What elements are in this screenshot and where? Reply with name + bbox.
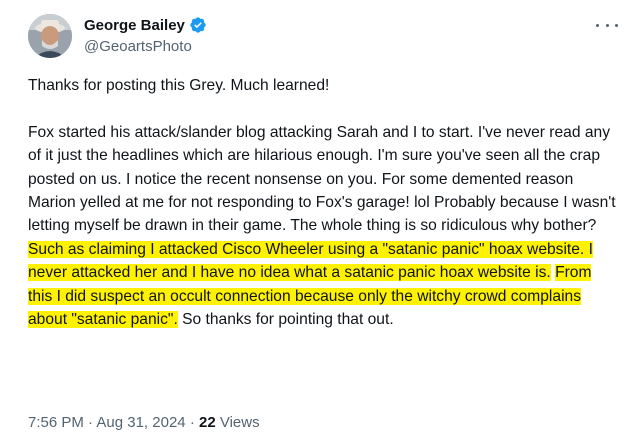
tweet-paragraph-2: Fox started his attack/slander blog atta… [28, 121, 618, 332]
tweet-metadata: 7:56 PM · Aug 31, 2024 · 22 Views [28, 414, 260, 431]
views-count: 22 [198, 414, 216, 431]
meta-separator: · [88, 414, 94, 431]
tweet-date[interactable]: Aug 31, 2024 [96, 414, 185, 431]
author-display-name[interactable]: George Bailey [84, 17, 185, 34]
meta-separator: · [189, 414, 195, 431]
tweet-paragraph-1: Thanks for posting this Grey. Much learn… [28, 77, 330, 94]
avatar[interactable] [28, 14, 72, 58]
verified-badge-icon [190, 17, 206, 33]
more-options-icon[interactable] [596, 18, 618, 32]
tweet-time[interactable]: 7:56 PM [28, 414, 84, 431]
author-handle[interactable]: @GeoartsPhoto [84, 38, 192, 55]
highlighted-text-1: Such as claiming I attacked Cisco Wheele… [28, 240, 593, 282]
tweet-paragraph-2-plain: Fox started his attack/slander blog atta… [28, 123, 616, 235]
author-name-row: George Bailey [84, 14, 207, 36]
tweet-paragraph-2-tail: So thanks for pointing that out. [182, 311, 394, 329]
views-label: Views [219, 414, 260, 431]
tweet-text: Thanks for posting this Grey. Much learn… [28, 74, 618, 331]
tweet-card: George Bailey @GeoartsPhoto Thanks for p… [0, 0, 630, 442]
avatar-image [28, 14, 72, 58]
